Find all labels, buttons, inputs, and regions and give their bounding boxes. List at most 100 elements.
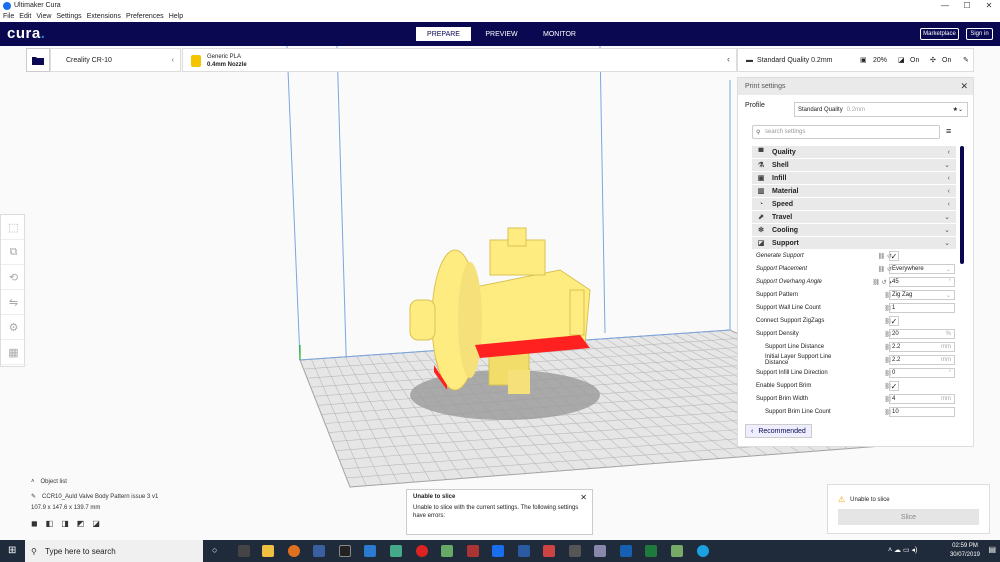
close-icon[interactable]: ✕ [580,493,587,502]
mirror-tool-icon[interactable]: ⇋ [1,290,26,315]
profile-dropdown[interactable]: Standard Quality 0.2mm ★⌄ [794,102,968,117]
link-icon[interactable]: ⛓ [864,331,892,338]
link-icon[interactable]: ⛓ ↺ [864,253,892,260]
app-icon[interactable] [441,545,453,557]
menu-file[interactable]: File [3,13,14,20]
move-tool-icon[interactable]: ⬚ [1,215,26,240]
link-icon[interactable]: ⛓ [864,396,892,403]
setting-input[interactable]: 1 [889,303,955,313]
excel-icon[interactable] [645,545,657,557]
category-quality[interactable]: ▀ Quality ‹ [752,146,956,158]
category-infill[interactable]: ▣ Infill ‹ [752,172,956,184]
rotate-tool-icon[interactable]: ⟲ [1,265,26,290]
link-icon[interactable]: ⛓ ↺ [864,266,892,273]
windows-start-icon[interactable]: ⊞ [8,545,16,556]
view-front-icon[interactable]: ◧ [46,519,54,528]
app-icon[interactable] [313,545,325,557]
category-support[interactable]: ◪ Support ⌄ [752,237,956,249]
category-speed[interactable]: ◔ Speed ‹ [752,198,956,210]
tab-preview[interactable]: PREVIEW [474,27,529,41]
maximize-button[interactable]: ☐ [956,0,978,11]
app-icon[interactable] [416,545,428,557]
app-icon[interactable] [518,545,530,557]
setting-dropdown[interactable]: Everywhere ⌄ [889,264,955,274]
setting-input[interactable]: 2.2 mm [889,355,955,365]
support-blocker-icon[interactable]: ▦ [1,340,26,365]
link-icon[interactable]: ⛓ [864,409,892,416]
cura-taskbar-icon[interactable] [492,545,504,557]
outlook-icon[interactable] [620,545,632,557]
open-file-button[interactable] [26,48,50,72]
link-icon[interactable]: ⛓ [864,370,892,377]
firefox-icon[interactable] [288,545,300,557]
material-selector[interactable]: Generic PLA 0.4mm Nozzle ‹ [182,48,737,72]
file-explorer-icon[interactable] [262,545,274,557]
minimize-button[interactable]: — [934,0,956,11]
setting-input[interactable]: 20% [889,329,955,339]
view-right-icon[interactable]: ◪ [92,519,100,528]
category-shell[interactable]: ⚗ Shell ⌄ [752,159,956,171]
slice-button[interactable]: Slice [838,509,979,525]
pencil-icon[interactable]: ✎ [31,494,36,500]
category-cooling[interactable]: ✼ Cooling ⌄ [752,224,956,236]
machine-selector[interactable]: Creality CR-10 ‹ [50,48,181,72]
menu-view[interactable]: View [36,13,51,20]
app-icon[interactable] [569,545,581,557]
menu-extensions[interactable]: Extensions [87,13,121,20]
store-icon[interactable] [364,545,376,557]
setting-input[interactable]: 10 [889,407,955,417]
link-icon[interactable]: ⛓ [864,318,892,325]
close-icon[interactable]: ✕ [960,81,968,92]
setting-input[interactable]: 0 ° [889,368,955,378]
taskbar-search-input[interactable]: ⚲ Type here to search [25,540,203,562]
setting-dropdown[interactable]: Zig Zag ⌄ [889,290,955,300]
view-top-icon[interactable]: ◨ [61,519,69,528]
setting-input[interactable]: 45 ° [889,277,955,287]
skype-icon[interactable] [697,545,709,557]
menu-preferences[interactable]: Preferences [126,13,164,20]
setting-input[interactable]: 2.2 mm [889,342,955,352]
setting-checkbox[interactable]: ✓ [889,316,899,326]
link-icon[interactable]: ⛓ [864,305,892,312]
link-icon[interactable]: ⛓ [864,292,892,299]
per-model-settings-icon[interactable]: ⚙ [1,315,26,340]
setting-checkbox[interactable]: ✓ [889,251,899,261]
taskbar-clock[interactable]: 02:59 PM 30/07/2019 [950,542,980,560]
sign-in-button[interactable]: Sign in [966,28,993,40]
marketplace-button[interactable]: Marketplace [920,28,959,40]
notifications-icon[interactable]: ▤ [988,545,996,554]
search-settings-input[interactable]: ⚲ search settings [752,125,940,139]
link-icon[interactable]: ⛓ [864,383,892,390]
setting-input[interactable]: 4 mm [889,394,955,404]
app-icon[interactable] [671,545,683,557]
object-list-toggle[interactable]: ˄ Object list [31,479,158,485]
category-travel[interactable]: ⬈ Travel ⌄ [752,211,956,223]
view-left-icon[interactable]: ◩ [77,519,85,528]
scale-tool-icon[interactable]: ⧉ [1,240,26,265]
menu-edit[interactable]: Edit [19,13,31,20]
app-icon[interactable] [543,545,555,557]
link-icon[interactable]: ⛓ [864,357,892,364]
cortana-icon[interactable]: ○ [212,545,224,557]
print-settings-summary[interactable]: ▬ Standard Quality 0.2mm ▣ 20% ◪ On ✣ On… [737,48,974,72]
setting-value: Everywhere [892,266,924,272]
app-icon[interactable] [467,545,479,557]
app-icon[interactable] [390,545,402,557]
menu-settings[interactable]: Settings [56,13,81,20]
link-icon[interactable]: ⛓ [864,344,892,351]
link-icon[interactable]: ⛓ ↺ ● [864,279,892,286]
menu-icon[interactable]: ≡ [946,126,951,136]
epic-games-icon[interactable] [339,545,351,557]
tab-prepare[interactable]: PREPARE [416,27,471,41]
system-tray-icons[interactable]: ˄ ☁ ▭ ◂) [888,546,917,554]
task-view-icon[interactable] [238,545,250,557]
app-icon[interactable] [594,545,606,557]
view-3d-icon[interactable]: ◼ [31,519,38,528]
category-material[interactable]: ▥ Material ‹ [752,185,956,197]
settings-scrollbar[interactable] [960,146,964,264]
close-window-button[interactable]: ✕ [978,0,1000,11]
menu-help[interactable]: Help [169,13,183,20]
recommended-button[interactable]: ‹ Recommended [745,424,812,438]
tab-monitor[interactable]: MONITOR [532,27,587,41]
setting-checkbox[interactable]: ✓ [889,381,899,391]
